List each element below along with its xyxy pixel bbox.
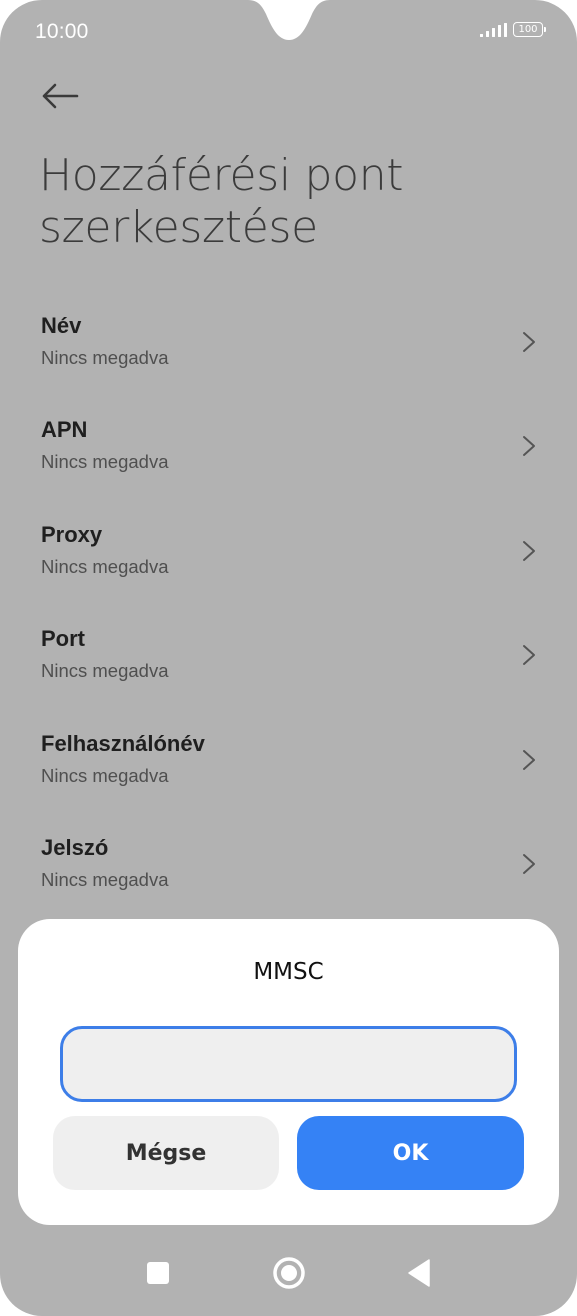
setting-label: Felhasználónév xyxy=(41,730,205,756)
chevron-right-icon xyxy=(523,436,535,457)
mmsc-dialog: MMSC Mégse OK xyxy=(18,919,559,1225)
arrow-left-icon xyxy=(42,83,79,109)
setting-label: Port xyxy=(41,626,85,652)
setting-password[interactable]: Jelszó Nincs megadva xyxy=(0,820,577,924)
circle-icon xyxy=(273,1257,305,1289)
setting-apn[interactable]: APN Nincs megadva xyxy=(0,402,577,506)
setting-value: Nincs megadva xyxy=(41,451,169,473)
phone-screen: 10:00 100 Hozzáférési pont szerkesztése … xyxy=(0,0,577,1316)
square-icon xyxy=(147,1262,169,1284)
setting-value: Nincs megadva xyxy=(41,660,169,682)
chevron-right-icon xyxy=(523,540,535,561)
status-time: 10:00 xyxy=(35,20,89,43)
navigation-bar xyxy=(0,1238,577,1316)
setting-value: Nincs megadva xyxy=(41,555,169,577)
setting-label: Jelszó xyxy=(41,834,109,860)
setting-username[interactable]: Felhasználónév Nincs megadva xyxy=(0,716,577,820)
chevron-right-icon xyxy=(523,853,535,874)
triangle-back-icon xyxy=(408,1259,430,1287)
status-icons: 100 xyxy=(479,22,546,37)
dialog-title: MMSC xyxy=(253,959,324,985)
setting-port[interactable]: Port Nincs megadva xyxy=(0,611,577,715)
setting-label: Név xyxy=(41,313,82,338)
chevron-right-icon xyxy=(523,332,535,352)
chevron-right-icon xyxy=(523,749,535,770)
setting-name[interactable]: Név Nincs megadva xyxy=(0,298,577,402)
setting-label: APN xyxy=(41,417,88,443)
mmsc-input[interactable] xyxy=(60,1026,517,1102)
status-bar: 10:00 100 xyxy=(0,0,577,62)
battery-icon: 100 xyxy=(513,22,546,37)
settings-list: Név Nincs megadva APN Nincs megadva Prox… xyxy=(0,298,577,924)
ok-button[interactable]: OK xyxy=(297,1116,524,1190)
recents-button[interactable] xyxy=(138,1253,178,1293)
home-button[interactable] xyxy=(269,1253,309,1293)
setting-value: Nincs megadva xyxy=(41,764,169,786)
setting-label: Proxy xyxy=(41,521,103,547)
back-button[interactable] xyxy=(38,78,82,114)
page-title: Hozzáférési pont szerkesztése xyxy=(39,150,404,253)
setting-value: Nincs megadva xyxy=(41,868,169,890)
signal-icon xyxy=(480,22,507,37)
setting-value: Nincs megadva xyxy=(41,347,169,368)
battery-level: 100 xyxy=(518,23,538,35)
nav-back-button[interactable] xyxy=(399,1253,439,1293)
cancel-button[interactable]: Mégse xyxy=(53,1116,279,1190)
chevron-right-icon xyxy=(523,645,535,666)
setting-proxy[interactable]: Proxy Nincs megadva xyxy=(0,507,577,611)
